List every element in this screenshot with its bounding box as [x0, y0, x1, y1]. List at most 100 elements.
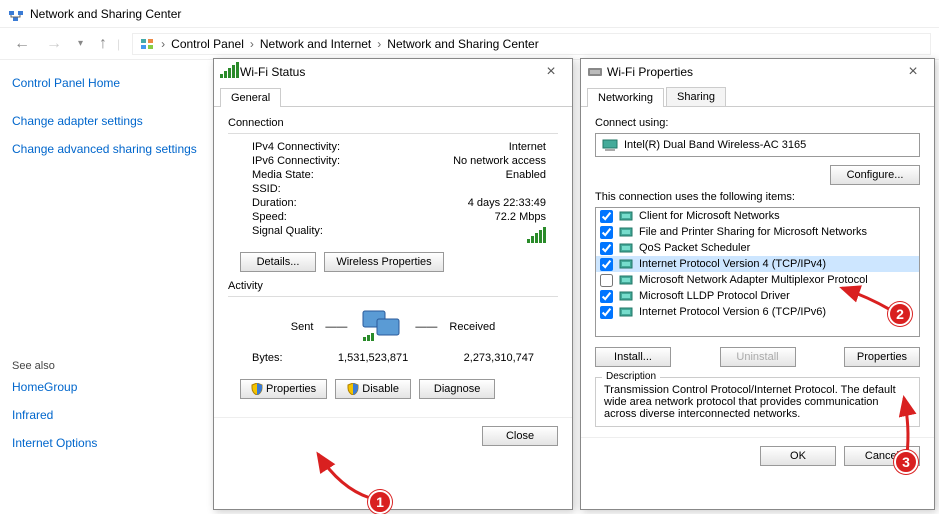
- up-button[interactable]: ↑: [93, 33, 113, 55]
- dash: ——: [325, 321, 347, 333]
- sidebar-adapter-link[interactable]: Change adapter settings: [12, 114, 198, 128]
- connection-group: Connection: [228, 117, 558, 129]
- item-checkbox[interactable]: [600, 226, 613, 239]
- duration-value: 4 days 22:33:49: [468, 197, 546, 209]
- sidebar-homegroup-link[interactable]: HomeGroup: [12, 380, 198, 394]
- close-button[interactable]: Close: [482, 426, 558, 446]
- sidebar-infrared-link[interactable]: Infrared: [12, 408, 198, 422]
- forward-button[interactable]: →: [40, 33, 68, 55]
- properties-button[interactable]: Properties: [240, 379, 327, 399]
- breadcrumb-item[interactable]: Control Panel: [171, 37, 244, 51]
- history-dropdown[interactable]: ▾: [72, 36, 89, 51]
- ssid-label: SSID:: [252, 183, 281, 195]
- item-label: Microsoft Network Adapter Multiplexor Pr…: [639, 274, 868, 286]
- details-button[interactable]: Details...: [240, 252, 316, 272]
- description-text: Transmission Control Protocol/Internet P…: [604, 384, 896, 420]
- uninstall-button[interactable]: Uninstall: [720, 347, 796, 367]
- ipv4-label: IPv4 Connectivity:: [252, 141, 340, 153]
- disable-button[interactable]: Disable: [335, 379, 411, 399]
- item-properties-button[interactable]: Properties: [844, 347, 920, 367]
- item-checkbox[interactable]: [600, 242, 613, 255]
- received-label: Received: [449, 321, 495, 333]
- configure-button[interactable]: Configure...: [830, 165, 920, 185]
- tab-strip: General: [214, 85, 572, 107]
- wireless-properties-button[interactable]: Wireless Properties: [324, 252, 444, 272]
- connect-using-label: Connect using:: [595, 117, 920, 129]
- description-box: Description Transmission Control Protoco…: [595, 377, 920, 427]
- close-icon[interactable]: ×: [536, 63, 566, 81]
- diagnose-button[interactable]: Diagnose: [419, 379, 495, 399]
- tab-sharing[interactable]: Sharing: [666, 87, 726, 106]
- bytes-sent-value: 1,531,523,871: [283, 352, 464, 364]
- dialog-title: Wi-Fi Properties: [607, 65, 898, 79]
- list-item[interactable]: Internet Protocol Version 4 (TCP/IPv4): [596, 256, 919, 272]
- breadcrumb-separator: |: [117, 37, 120, 51]
- tab-general[interactable]: General: [220, 88, 281, 107]
- ipv4-value: Internet: [509, 141, 546, 153]
- component-icon: [619, 305, 635, 319]
- sidebar-advanced-link[interactable]: Change advanced sharing settings: [12, 142, 198, 156]
- media-value: Enabled: [506, 169, 546, 181]
- item-checkbox[interactable]: [600, 258, 613, 271]
- adapter-box: Intel(R) Dual Band Wireless-AC 3165: [595, 133, 920, 157]
- sidebar-home-link[interactable]: Control Panel Home: [12, 76, 198, 90]
- bytes-label: Bytes:: [252, 352, 283, 364]
- list-item[interactable]: Internet Protocol Version 6 (TCP/IPv6): [596, 304, 919, 320]
- chevron-right-icon: ›: [250, 37, 254, 51]
- item-checkbox[interactable]: [600, 210, 613, 223]
- speed-label: Speed:: [252, 211, 287, 223]
- back-button[interactable]: ←: [8, 33, 36, 55]
- item-checkbox[interactable]: [600, 274, 613, 287]
- see-also-heading: See also: [12, 360, 198, 372]
- disable-button-label: Disable: [362, 383, 399, 395]
- component-icon: [619, 241, 635, 255]
- breadcrumb-item[interactable]: Network and Internet: [260, 37, 371, 51]
- item-label: File and Printer Sharing for Microsoft N…: [639, 226, 867, 238]
- close-icon[interactable]: ×: [898, 63, 928, 81]
- list-item[interactable]: Microsoft LLDP Protocol Driver: [596, 288, 919, 304]
- description-label: Description: [602, 371, 660, 382]
- properties-button-label: Properties: [266, 383, 316, 395]
- component-icon: [619, 273, 635, 287]
- breadcrumb-item[interactable]: Network and Sharing Center: [387, 37, 538, 51]
- item-label: Internet Protocol Version 4 (TCP/IPv4): [639, 258, 826, 270]
- install-button[interactable]: Install...: [595, 347, 671, 367]
- sidebar: Control Panel Home Change adapter settin…: [0, 60, 210, 513]
- monitors-icon: [359, 309, 403, 345]
- component-icon: [619, 225, 635, 239]
- item-label: Internet Protocol Version 6 (TCP/IPv6): [639, 306, 826, 318]
- title-bar: Network and Sharing Center: [0, 0, 939, 28]
- sidebar-internet-options-link[interactable]: Internet Options: [12, 436, 198, 450]
- dialog-titlebar: Wi-Fi Properties ×: [581, 59, 934, 85]
- items-listbox[interactable]: Client for Microsoft Networks File and Pr…: [595, 207, 920, 337]
- signal-label: Signal Quality:: [252, 225, 323, 243]
- item-checkbox[interactable]: [600, 290, 613, 303]
- signal-bars-icon: [527, 225, 546, 243]
- bytes-recv-value: 2,273,310,747: [464, 352, 534, 364]
- shield-icon: [251, 383, 263, 395]
- window-title: Network and Sharing Center: [30, 7, 181, 21]
- items-label: This connection uses the following items…: [595, 191, 920, 203]
- list-item[interactable]: Client for Microsoft Networks: [596, 208, 919, 224]
- cancel-button[interactable]: Cancel: [844, 446, 920, 466]
- dialog-title: Wi-Fi Status: [240, 65, 536, 79]
- nic-icon: [602, 138, 618, 152]
- item-label: Client for Microsoft Networks: [639, 210, 780, 222]
- chevron-right-icon: ›: [161, 37, 165, 51]
- tab-strip: Networking Sharing: [581, 85, 934, 107]
- dash: ——: [415, 321, 437, 333]
- breadcrumb[interactable]: › Control Panel › Network and Internet ›…: [132, 33, 931, 55]
- wifi-properties-dialog: Wi-Fi Properties × Networking Sharing Co…: [580, 58, 935, 510]
- item-label: QoS Packet Scheduler: [639, 242, 750, 254]
- ok-button[interactable]: OK: [760, 446, 836, 466]
- item-checkbox[interactable]: [600, 306, 613, 319]
- shield-icon: [347, 383, 359, 395]
- network-center-icon: [8, 6, 24, 22]
- tab-networking[interactable]: Networking: [587, 88, 664, 107]
- component-icon: [619, 209, 635, 223]
- signal-icon: [220, 64, 236, 80]
- list-item[interactable]: Microsoft Network Adapter Multiplexor Pr…: [596, 272, 919, 288]
- speed-value: 72.2 Mbps: [495, 211, 546, 223]
- list-item[interactable]: File and Printer Sharing for Microsoft N…: [596, 224, 919, 240]
- list-item[interactable]: QoS Packet Scheduler: [596, 240, 919, 256]
